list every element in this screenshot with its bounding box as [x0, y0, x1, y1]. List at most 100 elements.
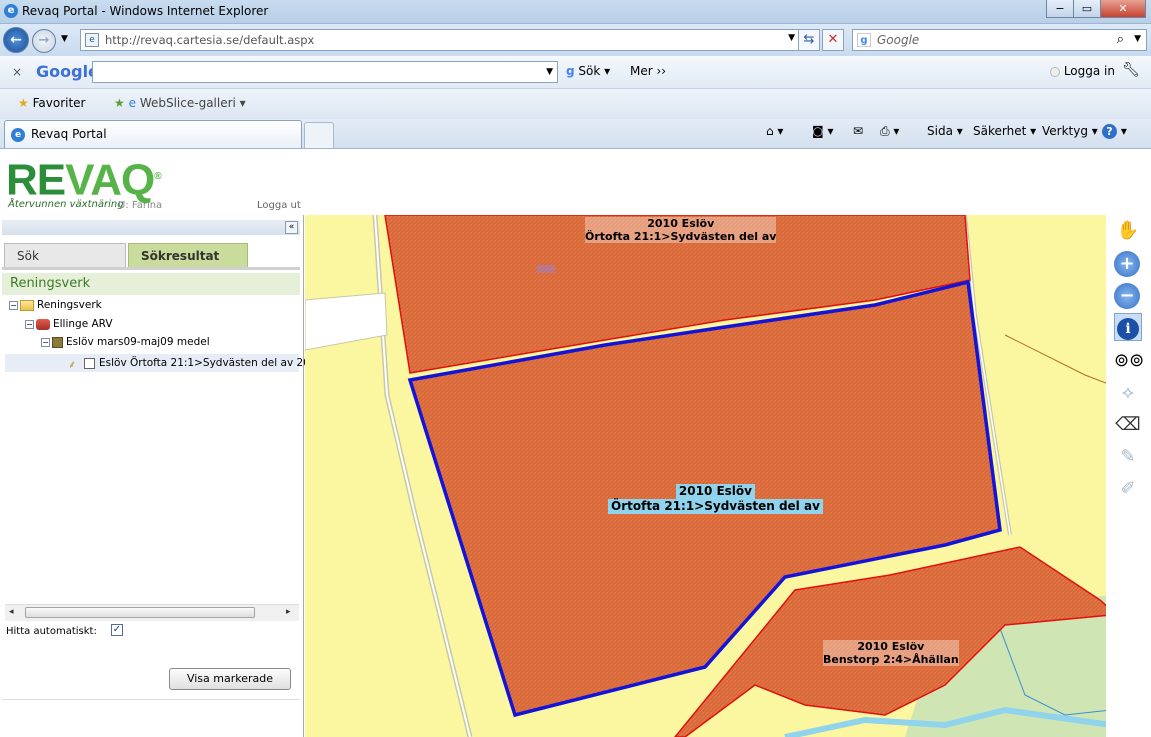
google-search-dropdown-icon[interactable]: ▼: [546, 67, 553, 77]
folder-icon: [20, 299, 34, 311]
tree-item[interactable]: ⸙ Eslöv Örtofta 21:1>Sydvästen del av 20: [68, 357, 310, 371]
new-tab-button[interactable]: [304, 122, 334, 148]
minimize-button[interactable]: −: [1046, 0, 1074, 18]
scroll-thumb[interactable]: [25, 607, 255, 618]
user-label: U: Farina: [118, 200, 163, 211]
address-url[interactable]: http://revaq.cartesia.se/default.aspx: [105, 33, 314, 47]
help-icon: ?: [1102, 124, 1117, 139]
tree-item[interactable]: − Eslöv mars09-maj09 medel: [41, 336, 210, 348]
wrench-icon[interactable]: 🔧︎: [1122, 62, 1140, 78]
map-label-line: Örtofta 21:1>Sydvästen del av: [585, 230, 777, 243]
favorites-bar: ★ Favoriter ★ e WebSlice-galleri ▾: [0, 89, 1151, 119]
help-button[interactable]: ? ▾: [1102, 124, 1127, 139]
close-toolbar-icon[interactable]: ×: [12, 65, 22, 79]
auto-find-checkbox[interactable]: ✓: [111, 624, 123, 636]
collapse-node-icon[interactable]: −: [9, 300, 18, 310]
pan-icon[interactable]: ✋: [1114, 217, 1142, 245]
draw-polygon-icon[interactable]: ✐: [1114, 475, 1142, 503]
tab-revaq-portal[interactable]: e Revaq Portal: [4, 120, 302, 148]
back-button[interactable]: ←: [3, 27, 29, 53]
logout-link[interactable]: Logga ut: [257, 200, 301, 211]
map-view[interactable]: 2010 Eslöv Örtofta 21:1>Sydvästen del av…: [305, 215, 1111, 737]
web-search-box[interactable]: g Google ⌕ ▼: [852, 29, 1147, 51]
tree-item-label: Eslöv Örtofta 21:1>Sydvästen del av 20: [99, 357, 310, 369]
tree-item-label: Ellinge ARV: [53, 318, 113, 330]
map-toolbar: ✋ + − i ⊚⊚ ⟡ ⌫ ✎ ✐: [1106, 215, 1151, 737]
more-label: Mer: [630, 64, 653, 78]
webslice-label: WebSlice-galleri: [139, 96, 236, 110]
tab-bar: e Revaq Portal ⌂ ▾ ◙ ▾ ✉ ⎙ ▾ Sida ▾ Säke…: [0, 119, 1151, 149]
web-search-placeholder[interactable]: Google: [877, 33, 919, 47]
tree-item[interactable]: − Ellinge ARV: [25, 318, 113, 330]
draw-line-icon[interactable]: ✎: [1114, 443, 1142, 471]
search-icon[interactable]: ⌕: [1117, 32, 1124, 47]
grid-icon: [52, 336, 63, 348]
auto-find-label: Hitta automatiskt:: [6, 626, 97, 637]
search-dropdown-icon[interactable]: ▼: [1134, 34, 1141, 44]
collapse-node-icon[interactable]: −: [41, 337, 50, 347]
close-window-button[interactable]: ✕: [1100, 0, 1146, 18]
map-canvas[interactable]: [305, 215, 1111, 737]
left-panel: « Sök Sökresultat Reningsverk − Reningsve…: [0, 215, 310, 737]
tab-title: Revaq Portal: [31, 127, 107, 141]
info-button[interactable]: i: [1114, 313, 1142, 341]
collapse-node-icon[interactable]: −: [25, 319, 34, 329]
more-button[interactable]: Mer ››: [630, 64, 666, 78]
login-button[interactable]: Logga in: [1050, 64, 1115, 78]
tab-search-results[interactable]: Sökresultat: [128, 243, 248, 267]
tab-search[interactable]: Sök: [4, 243, 126, 267]
app-header: REVAQ® Återvunnen växtnäring U: Farina L…: [0, 150, 1151, 215]
google-search-input[interactable]: ▼: [92, 61, 558, 83]
feeds-button[interactable]: ◙ ▾: [812, 124, 833, 138]
google-search-label: Sök: [578, 64, 601, 78]
scroll-left-icon[interactable]: ◂: [9, 607, 14, 617]
window-title: Revaq Portal - Windows Internet Explorer: [22, 4, 269, 18]
refresh-icon[interactable]: ⇆: [798, 29, 820, 51]
google-logo: Google: [36, 62, 99, 81]
zoom-out-icon[interactable]: −: [1114, 283, 1140, 309]
show-selected-button[interactable]: Visa markerade: [169, 668, 291, 690]
section-title: Reningsverk: [2, 273, 300, 295]
google-search-button[interactable]: g Sök ▾: [566, 64, 610, 78]
login-label: Logga in: [1063, 64, 1115, 78]
print-button[interactable]: ⎙ ▾: [880, 124, 899, 139]
logo-re: RE: [6, 155, 66, 205]
favorites-button[interactable]: ★ Favoriter: [18, 96, 85, 110]
maximize-button[interactable]: ▭: [1073, 0, 1101, 18]
tagline: Återvunnen växtnäring: [8, 199, 124, 210]
address-dropdown-icon[interactable]: ▼: [788, 33, 795, 43]
mail-icon[interactable]: ✉: [853, 124, 863, 138]
ie-page-icon: e: [128, 96, 136, 110]
measure-icon[interactable]: ⟡: [1114, 379, 1142, 407]
tree-item-checkbox[interactable]: [84, 357, 95, 369]
history-dropdown-icon[interactable]: ▼: [61, 34, 68, 44]
map-label-line: Örtofta 21:1>Sydvästen del av: [608, 499, 823, 514]
address-bar[interactable]: e http://revaq.cartesia.se/default.aspx …: [80, 29, 800, 51]
panel-header: «: [2, 220, 300, 235]
horizontal-scrollbar[interactable]: ◂ ▸: [5, 604, 299, 621]
page-menu-label: Sida: [927, 124, 953, 138]
map-marker: [537, 265, 555, 273]
info-icon: i: [1117, 318, 1139, 340]
binoculars-icon[interactable]: ⊚⊚: [1114, 347, 1144, 375]
tab-search-results-label: Sökresultat: [141, 249, 220, 263]
clear-icon[interactable]: ⌫: [1114, 411, 1142, 439]
zoom-in-icon[interactable]: +: [1114, 251, 1140, 277]
tools-menu[interactable]: Verktyg ▾: [1042, 124, 1098, 138]
home-button[interactable]: ⌂ ▾: [766, 124, 783, 138]
webslice-gallery-button[interactable]: ★ e WebSlice-galleri ▾: [114, 96, 246, 110]
stop-icon[interactable]: ✕: [822, 29, 844, 51]
page-menu[interactable]: Sida ▾: [927, 124, 963, 138]
user-icon: [1050, 66, 1060, 77]
map-label-north: 2010 Eslöv Örtofta 21:1>Sydvästen del av: [585, 217, 777, 243]
map-label-line: 2010 Eslöv: [857, 640, 925, 653]
tree-item-label: Eslöv mars09-maj09 medel: [66, 336, 210, 348]
tree-item[interactable]: − Reningsverk: [9, 299, 102, 311]
scroll-right-icon[interactable]: ▸: [286, 607, 291, 617]
google-g-icon: g: [566, 64, 575, 78]
collapse-panel-icon[interactable]: «: [285, 221, 298, 234]
forward-button[interactable]: →: [32, 29, 56, 53]
wheat-icon: ⸙: [68, 358, 77, 371]
window-titlebar: e Revaq Portal - Windows Internet Explor…: [0, 0, 1151, 24]
safety-menu[interactable]: Säkerhet ▾: [973, 124, 1036, 138]
